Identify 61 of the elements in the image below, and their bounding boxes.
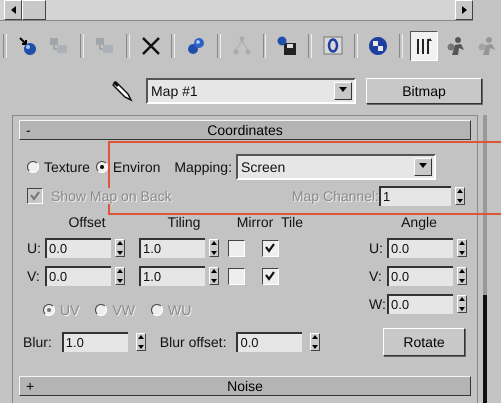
axis-label: V: xyxy=(369,268,383,284)
column-header: Tiling xyxy=(166,214,202,232)
tiling-field[interactable]: 1.0 xyxy=(139,238,205,258)
mirror-checkbox[interactable] xyxy=(228,268,244,284)
mirror-checkbox[interactable] xyxy=(228,240,244,256)
ring-icon xyxy=(322,35,344,57)
spinner-button[interactable] xyxy=(209,267,219,285)
map-type-button[interactable]: Bitmap xyxy=(366,78,482,104)
spinner-button[interactable] xyxy=(455,187,465,205)
column-header: Offset xyxy=(67,214,107,232)
scroll-right-button[interactable] xyxy=(455,0,473,20)
spinner-button[interactable] xyxy=(310,333,320,351)
tile-checkbox[interactable] xyxy=(262,240,278,256)
check-icon xyxy=(264,242,276,254)
sphere-arrow-icon xyxy=(16,35,39,57)
angle-field[interactable]: 0.0 xyxy=(387,294,453,314)
angle-field[interactable]: 0.0 xyxy=(387,238,453,258)
spinner-button[interactable] xyxy=(209,239,219,257)
spinner-button[interactable] xyxy=(115,239,125,257)
rotate-button[interactable]: Rotate xyxy=(383,328,465,356)
checker-sphere-icon xyxy=(367,35,390,57)
offset-field[interactable]: 0.0 xyxy=(45,238,111,258)
radio-button[interactable]: Environ xyxy=(96,159,160,175)
column-header: Angle xyxy=(400,214,438,232)
radio-button[interactable]: Texture xyxy=(27,159,90,175)
save-icon xyxy=(276,35,298,57)
scroll-left-button[interactable] xyxy=(4,0,22,20)
check-icon xyxy=(264,270,276,282)
scroll-thumb[interactable] xyxy=(22,0,46,20)
axis-label: W: xyxy=(369,296,387,312)
toolbar-button[interactable] xyxy=(410,31,438,61)
blur-offset-label: Blur offset: xyxy=(160,334,226,350)
angle-field[interactable]: 0.0 xyxy=(387,266,453,286)
mapping-label: Mapping: xyxy=(174,159,232,175)
axis-label: V: xyxy=(27,268,41,284)
column-header: Tile xyxy=(281,214,304,232)
tiling-field[interactable]: 1.0 xyxy=(139,266,205,286)
scrollbar[interactable] xyxy=(483,115,487,403)
spinner-button[interactable] xyxy=(457,267,467,285)
spinner-button[interactable] xyxy=(136,333,146,351)
rollout-header[interactable]: - Coordinates xyxy=(19,120,471,140)
map-name-dropdown[interactable]: Map #1 xyxy=(146,78,356,104)
spinner-button[interactable] xyxy=(457,295,467,313)
offset-field[interactable]: 0.0 xyxy=(45,266,111,286)
check-icon xyxy=(29,190,41,202)
blur-offset-field[interactable]: 0.0 xyxy=(236,332,302,352)
scrollbar[interactable] xyxy=(0,0,473,21)
delete-icon xyxy=(140,35,162,57)
blur-label: Blur: xyxy=(23,334,52,350)
map-channel-label: Map Channel: xyxy=(292,188,379,204)
tile-checkbox[interactable] xyxy=(262,268,278,284)
spinner-button[interactable] xyxy=(457,239,467,257)
tree-icon xyxy=(230,35,253,57)
column-header: Mirror xyxy=(236,214,274,232)
mapping-dropdown[interactable]: Screen xyxy=(236,154,436,180)
blur-field[interactable]: 1.0 xyxy=(62,332,128,352)
axis-label: U: xyxy=(27,240,42,256)
figure-icon xyxy=(444,35,467,57)
axis-label: U: xyxy=(369,240,384,256)
rollout-header[interactable]: + Noise xyxy=(19,376,471,396)
spinner-button[interactable] xyxy=(115,267,125,285)
